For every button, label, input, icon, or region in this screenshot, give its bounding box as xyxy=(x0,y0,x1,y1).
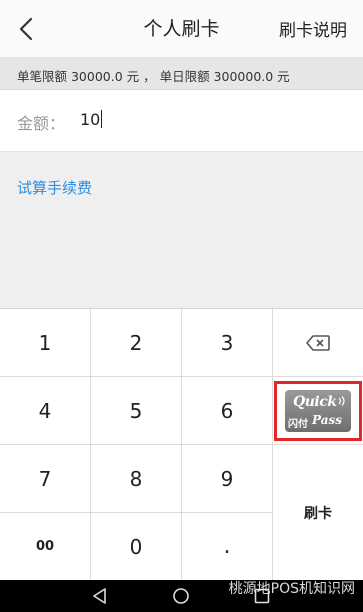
numeric-keypad: 1 2 3 4 5 6 Quick 闪付 Pass 7 8 9 刷卡 00 0 … xyxy=(0,308,363,581)
key-3[interactable]: 3 xyxy=(182,309,273,377)
nav-back-icon[interactable] xyxy=(90,586,110,606)
amount-value: 10 xyxy=(80,110,101,129)
fee-calculator-link[interactable]: 试算手续费 xyxy=(17,177,92,198)
amount-input[interactable]: 10 xyxy=(80,110,103,129)
key-5[interactable]: 5 xyxy=(91,377,182,445)
key-8[interactable]: 8 xyxy=(91,445,182,513)
nav-home-icon[interactable] xyxy=(171,586,191,606)
watermark: 桃源地POS机知识网 xyxy=(228,581,355,597)
key-6[interactable]: 6 xyxy=(182,377,273,445)
key-7[interactable]: 7 xyxy=(0,445,91,513)
swipe-card-button[interactable]: 刷卡 xyxy=(273,445,363,581)
contactless-icon xyxy=(338,395,345,406)
quickpass-logo: Quick 闪付 Pass xyxy=(285,389,351,432)
quickpass-highlight: Quick 闪付 Pass xyxy=(274,380,362,441)
amount-label: 金额： xyxy=(17,114,66,133)
key-00[interactable]: 00 xyxy=(0,513,91,581)
key-9[interactable]: 9 xyxy=(182,445,273,513)
text-caret xyxy=(101,110,103,128)
key-2[interactable]: 2 xyxy=(91,309,182,377)
limits-text: 单笔限额 30000.0 元 ， 单日限额 300000.0 元 xyxy=(17,69,290,84)
quickpass-cn-text: 闪付 xyxy=(288,418,308,430)
backspace-icon xyxy=(306,334,330,351)
key-4[interactable]: 4 xyxy=(0,377,91,445)
quickpass-pass-text: Pass xyxy=(312,412,342,427)
key-dot[interactable]: . xyxy=(182,513,273,581)
card-help-link[interactable]: 刷卡说明 xyxy=(279,16,347,41)
backspace-key[interactable] xyxy=(273,309,363,377)
key-0[interactable]: 0 xyxy=(91,513,182,581)
app-header: 个人刷卡 刷卡说明 xyxy=(0,0,363,57)
key-1[interactable]: 1 xyxy=(0,309,91,377)
chevron-left-icon[interactable] xyxy=(12,14,42,44)
amount-field[interactable]: 金额： 10 xyxy=(0,90,363,152)
limits-bar: 单笔限额 30000.0 元 ， 单日限额 300000.0 元 xyxy=(0,57,363,90)
quickpass-button[interactable]: Quick 闪付 Pass xyxy=(273,377,363,445)
quickpass-quick-text: Quick xyxy=(293,393,337,410)
